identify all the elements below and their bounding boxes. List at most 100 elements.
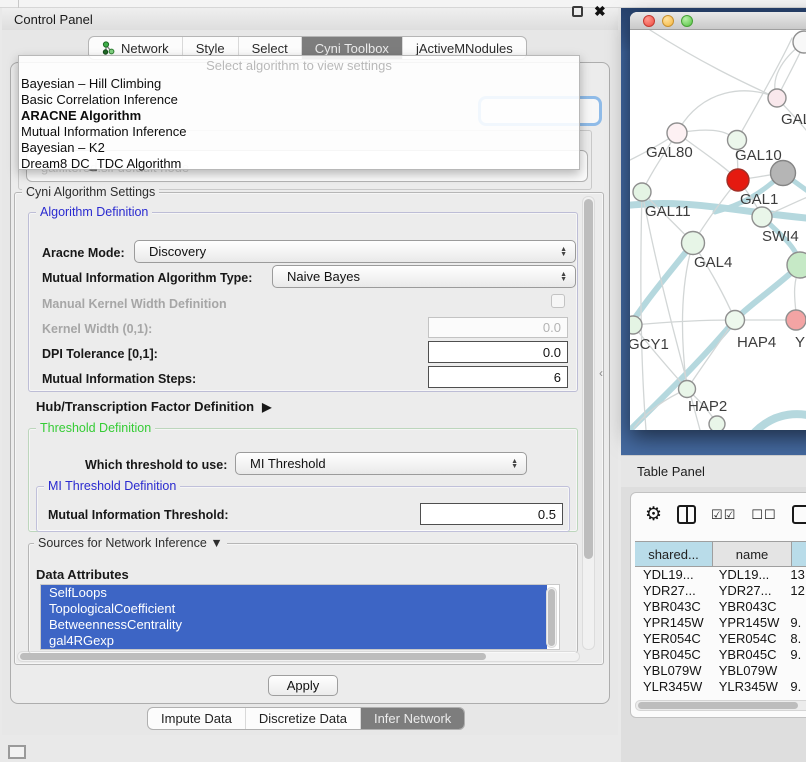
which-threshold-combobox[interactable]: MI Threshold ▲▼ (235, 452, 527, 475)
mi-algorithm-type-value: Naive Bayes (287, 269, 360, 284)
network-window-titlebar (630, 12, 806, 30)
dpi-tolerance-field[interactable]: 0.0 (428, 341, 568, 363)
table-row[interactable]: YBR043CYBR043C (635, 599, 806, 615)
table-horizontal-scrollbar[interactable] (635, 700, 806, 711)
table-row[interactable]: YLR345WYLR345W9. (635, 679, 806, 695)
data-attribute-item[interactable]: TopologicalCoefficient (41, 601, 547, 617)
network-node[interactable] (726, 311, 745, 330)
mini-window-icon[interactable] (8, 745, 26, 759)
column-header-3[interactable]: A (792, 541, 806, 567)
table-row[interactable]: YPR145WYPR145W9. (635, 615, 806, 631)
network-node-label: GAL10 (735, 147, 782, 164)
kernel-width-label: Kernel Width (0,1): (42, 322, 152, 336)
network-node[interactable] (787, 252, 806, 278)
mi-algorithm-type-combobox[interactable]: Naive Bayes ▲▼ (272, 265, 576, 288)
network-edge[interactable] (677, 91, 777, 133)
bottom-tab-discretize-data[interactable]: Discretize Data (245, 708, 360, 729)
network-node[interactable] (752, 207, 772, 227)
split-columns-icon[interactable] (677, 505, 696, 524)
table-row[interactable]: YER054CYER054C8. (635, 631, 806, 647)
network-node[interactable] (709, 416, 725, 430)
minimize-traffic-light-icon[interactable] (662, 15, 674, 27)
network-edge[interactable] (650, 30, 777, 98)
data-attribute-item[interactable]: gal4RGexp (41, 633, 547, 649)
algorithm-option[interactable]: Mutual Information Inference (21, 124, 186, 140)
network-node[interactable] (633, 183, 651, 201)
column-header-2[interactable]: name (713, 541, 792, 567)
hub-definition-expander[interactable]: Hub/Transcription Factor Definition▶ (36, 399, 271, 414)
table-cell: YDL19... (635, 567, 711, 583)
data-attribute-item[interactable]: BetweennessCentrality (41, 617, 547, 633)
kernel-width-field[interactable]: 0.0 (428, 317, 568, 338)
network-node[interactable] (630, 316, 642, 334)
splitter-collapse-icon[interactable]: ‹ (599, 366, 603, 380)
data-attributes-label: Data Attributes (36, 567, 129, 582)
network-node-label: GAL80 (646, 144, 693, 161)
table-row[interactable]: YIL052CYIL052C9. (635, 695, 806, 698)
network-node[interactable] (768, 89, 786, 107)
network-node-label: GAL1 (740, 191, 778, 208)
mi-threshold-label: Mutual Information Threshold: (48, 508, 229, 522)
network-node[interactable] (786, 310, 806, 330)
manual-kernel-width-label: Manual Kernel Width Definition (42, 297, 227, 311)
dpi-tolerance-value: 0.0 (543, 345, 561, 360)
bottom-tab-impute-data[interactable]: Impute Data (148, 708, 245, 729)
apply-button-label: Apply (287, 678, 320, 693)
close-icon[interactable]: ✖ (594, 3, 606, 20)
algorithm-option[interactable]: Dream8 DC_TDC Algorithm (21, 156, 181, 172)
algorithm-option[interactable]: Basic Correlation Inference (21, 92, 178, 108)
table-cell: YPR145W (711, 615, 788, 631)
control-panel-title: Control Panel (14, 12, 93, 27)
table-cell: YPR145W (635, 615, 711, 631)
network-canvas[interactable]: GAL2GAL80GAL10GAL1GAL11SWI4GAL4GCY1HAP4Y… (630, 30, 806, 430)
table-cell: 9. (787, 695, 806, 698)
table-row[interactable]: YBR045CYBR045C9. (635, 647, 806, 663)
deselect-all-checkboxes-icon[interactable]: ☐☐ (751, 507, 776, 523)
table-cell: YBR045C (711, 647, 788, 663)
manual-kernel-width-checkbox[interactable] (551, 294, 565, 308)
network-node-label: GCY1 (630, 336, 669, 353)
mi-threshold-definition-title: MI Threshold Definition (44, 479, 180, 493)
algorithm-option[interactable]: Bayesian – Hill Climbing (21, 76, 161, 92)
table-cell: YDR27... (711, 583, 788, 599)
select-all-checkboxes-icon[interactable]: ☑☑ (711, 507, 736, 523)
apply-button[interactable]: Apply (268, 675, 338, 696)
network-edge[interactable] (687, 320, 735, 389)
table-cell: 13 (787, 567, 806, 583)
algorithm-option[interactable]: ARACNE Algorithm (21, 108, 141, 124)
list-scrollbar[interactable] (546, 587, 557, 648)
column-header-1[interactable]: shared... (635, 541, 713, 567)
network-node-label: HAP4 (737, 334, 776, 351)
mi-steps-field[interactable]: 6 (428, 366, 568, 388)
bottom-tab-infer-network[interactable]: Infer Network (360, 708, 464, 729)
zoom-traffic-light-icon[interactable] (681, 15, 693, 27)
table-header-row: shared...nameA (635, 541, 806, 567)
network-edge[interactable] (633, 320, 735, 325)
network-node[interactable] (667, 123, 687, 143)
settings-vertical-scrollbar[interactable] (582, 196, 595, 650)
table-view-icon[interactable] (792, 505, 806, 524)
mi-threshold-field[interactable]: 0.5 (420, 503, 563, 525)
mi-steps-label: Mutual Information Steps: (42, 372, 196, 386)
table-cell: YBR043C (711, 599, 788, 615)
close-traffic-light-icon[interactable] (643, 15, 655, 27)
algorithm-option[interactable]: Bayesian – K2 (21, 140, 105, 156)
network-node-label: GAL11 (645, 203, 691, 220)
table-cell: 9. (787, 615, 806, 631)
network-node-label: SWI4 (762, 228, 799, 245)
gear-icon[interactable]: ⚙ (645, 505, 662, 524)
float-window-icon[interactable] (572, 6, 583, 17)
aracne-mode-combobox[interactable]: Discovery ▲▼ (134, 240, 576, 263)
which-threshold-label: Which threshold to use: (85, 458, 227, 472)
network-node[interactable] (679, 381, 696, 398)
data-attributes-list[interactable]: SelfLoopsTopologicalCoefficientBetweenne… (40, 584, 560, 650)
data-attribute-item[interactable]: SelfLoops (41, 585, 547, 601)
network-node[interactable] (727, 169, 749, 191)
network-node[interactable] (771, 161, 796, 186)
table-row[interactable]: YDL19...YDL19...13 (635, 567, 806, 583)
table-row[interactable]: YBL079WYBL079W (635, 663, 806, 679)
algorithm-dropdown: Select algorithm to view settings Bayesi… (18, 55, 580, 170)
table-row[interactable]: YDR27...YDR27...12 (635, 583, 806, 599)
network-edge-highlighted[interactable] (755, 414, 806, 430)
network-node[interactable] (682, 232, 705, 255)
